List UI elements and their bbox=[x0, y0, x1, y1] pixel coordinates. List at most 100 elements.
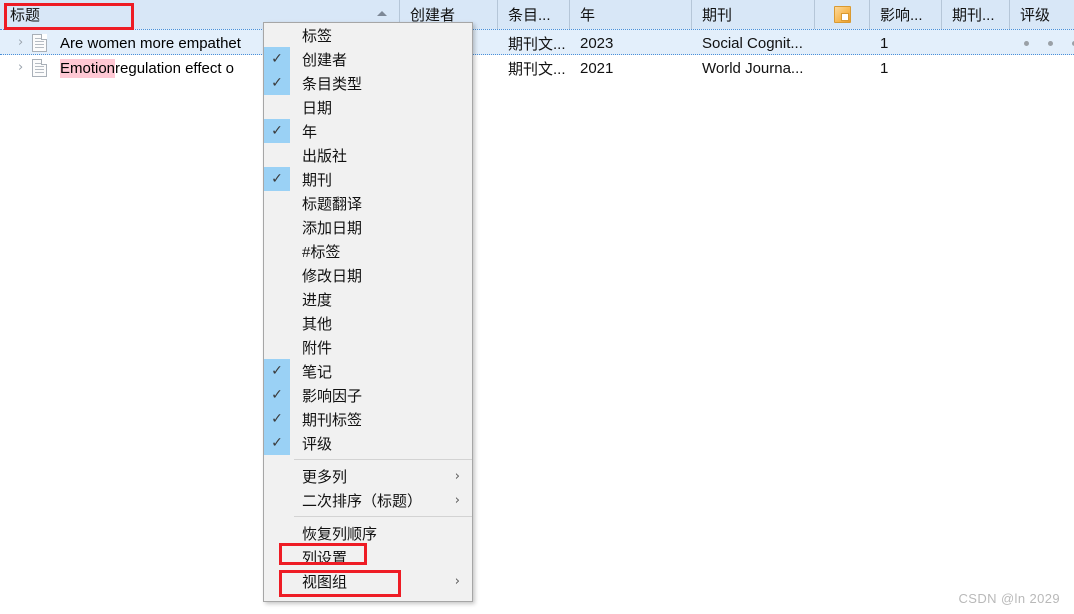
submenu-chevron-icon: › bbox=[454, 492, 460, 508]
menu-item-日期[interactable]: 日期 bbox=[264, 95, 472, 119]
watermark-text: CSDN @ln 2029 bbox=[958, 591, 1060, 606]
menu-item-label: 期刊 bbox=[302, 171, 333, 189]
menu-item-label: 添加日期 bbox=[302, 219, 363, 237]
cell-year: 2021 bbox=[580, 59, 614, 77]
column-header-label: 期刊... bbox=[952, 7, 995, 24]
menu-item-#标签[interactable]: #标签 bbox=[264, 239, 472, 263]
menu-item-label: 标签 bbox=[302, 27, 333, 45]
checkmark-placeholder bbox=[264, 311, 290, 335]
menu-separator bbox=[294, 516, 472, 517]
table-row[interactable]: › Are women more empathet 期刊文... 2023 Social… bbox=[0, 29, 1074, 55]
menu-item-更多列[interactable]: 更多列 › bbox=[264, 464, 472, 488]
menu-item-标题翻译[interactable]: 标题翻译 bbox=[264, 191, 472, 215]
menu-item-影响因子[interactable]: ✓ 影响因子 bbox=[264, 383, 472, 407]
column-header-评级[interactable]: 评级 bbox=[1010, 0, 1074, 29]
table-row[interactable]: › Emotion regulation effect o 期刊文... 2021 Wo… bbox=[0, 55, 1074, 81]
menu-item-二次排序（标题）[interactable]: 二次排序（标题） › bbox=[264, 488, 472, 512]
menu-item-label: 评级 bbox=[302, 435, 333, 453]
menu-item-期刊[interactable]: ✓ 期刊 bbox=[264, 167, 472, 191]
document-icon bbox=[32, 34, 47, 52]
menu-item-评级[interactable]: ✓ 评级 bbox=[264, 431, 472, 455]
menu-separator bbox=[294, 459, 472, 460]
rating-dot[interactable] bbox=[1048, 40, 1053, 46]
column-header-条目...[interactable]: 条目... bbox=[498, 0, 570, 29]
menu-item-label: 进度 bbox=[302, 291, 333, 309]
menu-item-条目类型[interactable]: ✓ 条目类型 bbox=[264, 71, 472, 95]
submenu-chevron-icon: › bbox=[454, 468, 460, 484]
checkmark-placeholder bbox=[264, 521, 290, 545]
menu-item-label: 年 bbox=[302, 123, 318, 141]
column-header-期刊...[interactable]: 期刊... bbox=[942, 0, 1010, 29]
menu-item-年[interactable]: ✓ 年 bbox=[264, 119, 472, 143]
column-header-label: 影响... bbox=[880, 7, 923, 24]
menu-item-出版社[interactable]: 出版社 bbox=[264, 143, 472, 167]
checkmark-placeholder bbox=[264, 23, 290, 47]
checkmark-placeholder bbox=[264, 143, 290, 167]
note-icon bbox=[833, 6, 851, 23]
checkmark-icon: ✓ bbox=[264, 431, 290, 455]
menu-items-container: 标签 ✓ 创建者 ✓ 条目类型 日期 ✓ 年出版社 ✓ 期刊 标题翻译 添加日期 #标签 修改日期 进度 其他… bbox=[264, 23, 472, 593]
rating-dots[interactable] bbox=[1024, 30, 1074, 56]
menu-item-label: 出版社 bbox=[302, 147, 348, 165]
checkmark-placeholder bbox=[264, 545, 290, 569]
menu-item-label: 二次排序（标题） bbox=[302, 492, 423, 510]
column-header-label: 条目... bbox=[508, 7, 551, 24]
checkmark-placeholder bbox=[264, 335, 290, 359]
column-header-label: 评级 bbox=[1020, 7, 1051, 24]
menu-item-附件[interactable]: 附件 bbox=[264, 335, 472, 359]
checkmark-icon: ✓ bbox=[264, 47, 290, 71]
menu-item-label: 列设置 bbox=[302, 549, 348, 567]
checkmark-icon: ✓ bbox=[264, 71, 290, 95]
rating-dot[interactable] bbox=[1024, 40, 1029, 46]
menu-item-label: #标签 bbox=[302, 243, 341, 261]
menu-item-添加日期[interactable]: 添加日期 bbox=[264, 215, 472, 239]
menu-item-label: 其他 bbox=[302, 315, 333, 333]
menu-item-label: 创建者 bbox=[302, 51, 348, 69]
title-prefix: Are women more empathet bbox=[60, 34, 241, 52]
cell-impact-factor: 1 bbox=[880, 34, 889, 52]
menu-item-label: 期刊标签 bbox=[302, 411, 363, 429]
checkmark-placeholder bbox=[264, 464, 290, 488]
menu-item-label: 更多列 bbox=[302, 468, 348, 486]
menu-item-label: 笔记 bbox=[302, 363, 333, 381]
column-header-影响...[interactable]: 影响... bbox=[870, 0, 942, 29]
menu-item-创建者[interactable]: ✓ 创建者 bbox=[264, 47, 472, 71]
menu-item-视图组[interactable]: 视图组 › bbox=[264, 569, 472, 593]
submenu-chevron-icon: › bbox=[454, 573, 460, 589]
column-header-note[interactable] bbox=[815, 0, 870, 29]
document-icon bbox=[32, 59, 47, 77]
cell-year: 2023 bbox=[580, 34, 614, 52]
expand-chevron-icon[interactable]: › bbox=[18, 36, 26, 49]
table-header-row: 标题 创建者 条目... 年期刊 影响... 期刊... 评级 bbox=[0, 0, 1074, 29]
checkmark-placeholder bbox=[264, 95, 290, 119]
cell-item-type: 期刊文... bbox=[508, 60, 566, 78]
menu-item-修改日期[interactable]: 修改日期 bbox=[264, 263, 472, 287]
checkmark-icon: ✓ bbox=[264, 119, 290, 143]
checkmark-placeholder bbox=[264, 287, 290, 311]
menu-item-笔记[interactable]: ✓ 笔记 bbox=[264, 359, 472, 383]
menu-item-label: 日期 bbox=[302, 99, 333, 117]
menu-item-其他[interactable]: 其他 bbox=[264, 311, 472, 335]
menu-item-期刊标签[interactable]: ✓ 期刊标签 bbox=[264, 407, 472, 431]
cell-impact-factor: 1 bbox=[880, 59, 889, 77]
cell-journal: Social Cognit... bbox=[702, 34, 803, 52]
column-header-label: 标题 bbox=[10, 7, 41, 24]
checkmark-icon: ✓ bbox=[264, 383, 290, 407]
menu-item-label: 附件 bbox=[302, 339, 333, 357]
menu-item-标签[interactable]: 标签 bbox=[264, 23, 472, 47]
menu-item-label: 影响因子 bbox=[302, 387, 363, 405]
checkmark-icon: ✓ bbox=[264, 359, 290, 383]
menu-item-进度[interactable]: 进度 bbox=[264, 287, 472, 311]
expand-chevron-icon[interactable]: › bbox=[18, 61, 26, 74]
column-picker-context-menu[interactable]: 标签 ✓ 创建者 ✓ 条目类型 日期 ✓ 年出版社 ✓ 期刊 标题翻译 添加日期 #标签 修改日期 进度 其他… bbox=[263, 22, 473, 602]
search-match-highlight: Emotion bbox=[60, 58, 116, 78]
menu-item-恢复列顺序[interactable]: 恢复列顺序 bbox=[264, 521, 472, 545]
column-header-年[interactable]: 年 bbox=[570, 0, 692, 29]
checkmark-placeholder bbox=[264, 239, 290, 263]
menu-item-列设置[interactable]: 列设置 bbox=[264, 545, 472, 569]
column-header-期刊[interactable]: 期刊 bbox=[692, 0, 815, 29]
menu-item-label: 视图组 bbox=[302, 573, 348, 591]
checkmark-icon: ✓ bbox=[264, 407, 290, 431]
column-header-label: 年 bbox=[580, 7, 596, 24]
checkmark-icon: ✓ bbox=[264, 167, 290, 191]
